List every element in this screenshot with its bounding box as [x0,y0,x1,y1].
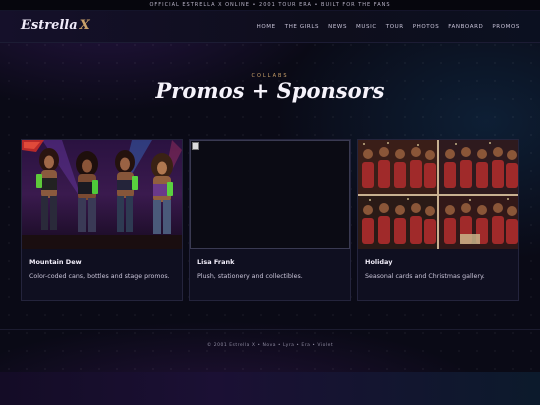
promo-image-holiday[interactable] [358,140,518,249]
nav-link-promos[interactable]: PROMOS [492,24,520,30]
promo-card-description: Color-coded cans, bottles and stage prom… [29,273,170,280]
footer-copyright: © 2001 Estrella X • Nova • Lyra • Era • … [206,343,334,348]
page-title: Promos + Sponsors [155,78,385,103]
nav-link-music[interactable]: MUSIC [356,24,377,30]
broken-image-icon [192,142,199,150]
footer-divider [0,329,540,330]
nav-link-news[interactable]: NEWS [328,24,347,30]
promo-card-lisa-frank[interactable]: Lisa Frank Plush, stationery and collect… [189,139,351,301]
logo-name: Estrella [21,18,78,33]
broken-image-placeholder[interactable] [190,140,350,249]
nav-link-photos[interactable]: PHOTOS [413,24,440,30]
promo-card-title: Lisa Frank [197,258,235,266]
nav-link-tour[interactable]: TOUR [386,24,404,30]
promo-card-title: Mountain Dew [29,258,82,266]
logo-mark: X [79,18,90,33]
promo-card-description: Seasonal cards and Christmas gallery. [365,273,485,280]
footer-band [0,372,540,405]
nav-link-home[interactable]: HOME [257,24,276,30]
main-nav: HOME THE GIRLS NEWS MUSIC TOUR PHOTOS FA… [257,11,520,43]
site-logo[interactable]: Estrella X [21,18,90,33]
promo-image-mountain-dew[interactable] [22,140,182,249]
announcement-text: OFFICIAL ESTRELLA X ONLINE • 2001 TOUR E… [149,2,391,8]
promo-cards: Mountain Dew Color-coded cans, bottles a… [21,139,519,301]
promo-card-mountain-dew[interactable]: Mountain Dew Color-coded cans, bottles a… [21,139,183,301]
promo-card-title: Holiday [365,258,393,266]
nav-link-the-girls[interactable]: THE GIRLS [285,24,319,30]
promo-card-holiday[interactable]: Holiday Seasonal cards and Christmas gal… [357,139,519,301]
announcement-bar: OFFICIAL ESTRELLA X ONLINE • 2001 TOUR E… [0,0,540,11]
nav-link-fanboard[interactable]: FANBOARD [448,24,483,30]
site-header: Estrella X HOME THE GIRLS NEWS MUSIC TOUR… [0,11,540,43]
promo-card-description: Plush, stationery and collectibles. [197,273,303,280]
